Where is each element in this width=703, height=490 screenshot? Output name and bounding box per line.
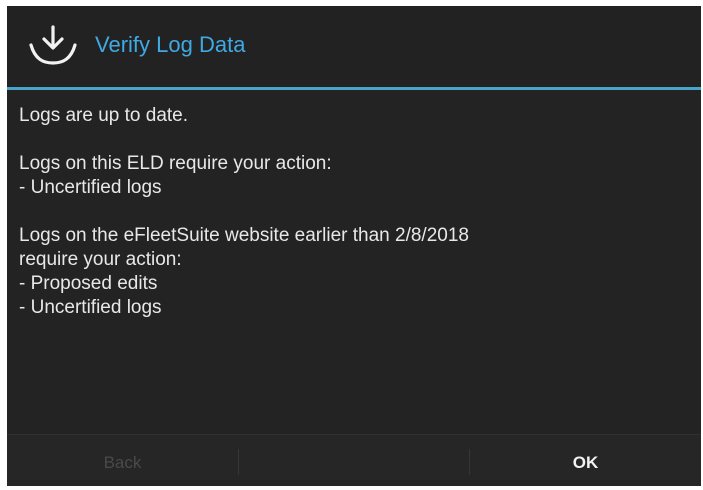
dialog-title-bar: Verify Log Data (7, 6, 701, 90)
website-action-item: - Uncertified logs (19, 297, 162, 318)
verify-log-data-dialog: Verify Log Data Logs are up to date. Log… (7, 6, 701, 486)
website-action-heading-cont: require your action: (19, 249, 182, 270)
website-action-heading: Logs on the eFleetSuite website earlier … (19, 225, 469, 246)
eld-action-item: - Uncertified logs (19, 177, 162, 198)
dialog-message: Logs are up to date. Logs on this ELD re… (19, 104, 689, 320)
status-message: Logs are up to date. (19, 105, 189, 126)
neutral-button (239, 435, 469, 486)
website-action-item: - Proposed edits (19, 273, 158, 294)
back-button[interactable]: Back (7, 435, 238, 486)
download-icon (29, 25, 77, 65)
ok-button[interactable]: OK (470, 435, 701, 486)
title-divider (7, 87, 701, 90)
dialog-title: Verify Log Data (95, 32, 246, 57)
dialog-button-bar: Back OK (7, 434, 701, 486)
eld-action-heading: Logs on this ELD require your action: (19, 153, 332, 174)
